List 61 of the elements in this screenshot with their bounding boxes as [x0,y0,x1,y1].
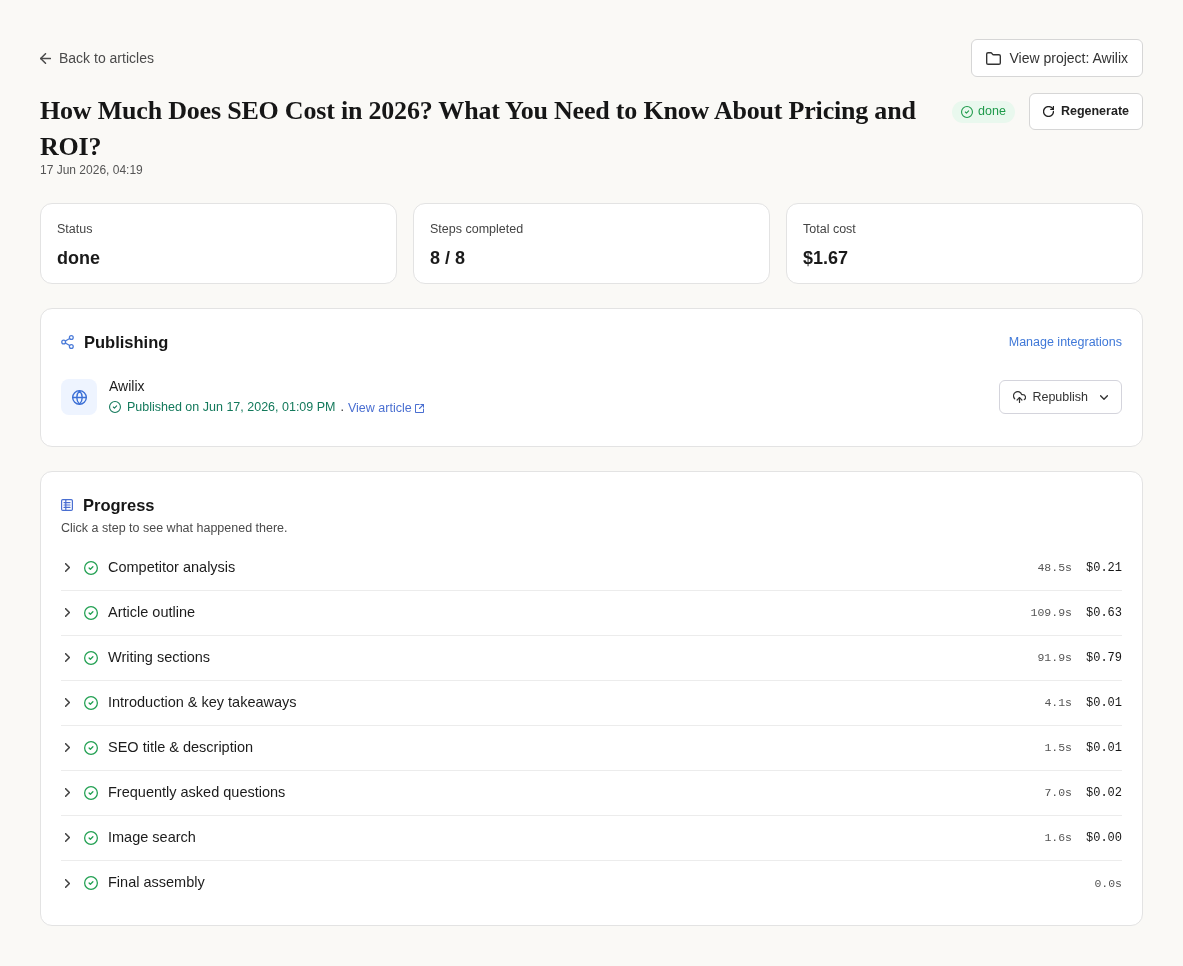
step-row[interactable]: Article outline 109.9s $0.63 [61,590,1122,636]
globe-icon [61,379,97,415]
integration-name: Awilix [109,377,146,395]
external-link-icon [414,403,424,413]
publish-status: Published on Jun 17, 2026, 01:09 PM [127,398,336,416]
section-subtitle: Click a step to see what happened there. [61,520,289,537]
step-row[interactable]: Frequently asked questions 7.0s $0.02 [61,770,1122,816]
section-title: Progress [83,494,155,516]
article-date: 17 Jun 2026, 04:19 [40,163,144,177]
step-duration: 91.9s [1037,650,1072,667]
view-article-link[interactable]: View article [347,399,424,417]
step-label: SEO title & description [108,737,254,757]
step-row[interactable]: Competitor analysis 48.5s $0.21 [61,545,1122,591]
step-label: Competitor analysis [108,557,236,577]
folder-icon [986,51,1002,65]
step-label: Image search [108,827,196,847]
cloud-upload-icon [1013,391,1027,403]
step-row[interactable]: Introduction & key takeaways 4.1s $0.01 [61,680,1122,726]
step-cost: $0.01 [1086,739,1122,757]
step-duration: 4.1s [1044,695,1072,712]
step-cost: $0.21 [1086,559,1122,577]
manage-integrations-link[interactable]: Manage integrations [1008,332,1122,352]
stat-value: done [57,246,101,270]
stat-label: Status [57,221,94,238]
step-cost: $0.79 [1086,649,1122,667]
stat-label: Total cost [803,221,857,238]
stat-label: Steps completed [430,221,525,238]
step-duration: 1.5s [1044,740,1072,757]
republish-button[interactable]: Republish [999,380,1122,414]
step-duration: 48.5s [1037,560,1072,577]
stat-value: 8 / 8 [430,246,467,270]
back-link[interactable]: Back to articles [40,47,154,69]
step-row[interactable]: Final assembly 0.0s [61,860,1122,906]
regenerate-button[interactable]: Regenerate [1028,93,1143,130]
stat-value: $1.67 [803,246,850,270]
step-duration: 7.0s [1044,785,1072,802]
step-label: Frequently asked questions [108,782,286,802]
step-label: Introduction & key takeaways [108,692,297,712]
article-title: How Much Does SEO Cost in 2026? What You Need to Know About Pricing and ROI? [40,95,917,163]
list-icon [61,499,73,511]
separator: . [340,398,344,416]
step-duration: 109.9s [1030,605,1072,622]
step-cost: $0.00 [1086,829,1122,847]
step-label: Article outline [108,602,196,622]
step-row[interactable]: Writing sections 91.9s $0.79 [61,635,1122,681]
step-duration: 0.0s [1094,875,1122,892]
step-row[interactable]: Image search 1.6s $0.00 [61,815,1122,861]
chevron-down-icon [1100,394,1108,400]
share-icon [61,335,74,349]
step-label: Final assembly [108,873,205,893]
step-cost: $0.02 [1086,784,1122,802]
refresh-icon [1042,106,1054,117]
step-cost: $0.63 [1086,604,1122,622]
step-cost: $0.01 [1086,694,1122,712]
step-duration: 1.6s [1044,830,1072,847]
status-badge: done [952,100,1015,123]
view-project-button[interactable]: View project: Awilix [971,39,1143,77]
step-label: Writing sections [108,647,211,667]
step-row[interactable]: SEO title & description 1.5s $0.01 [61,725,1122,771]
section-title: Publishing [84,331,169,353]
arrow-left-icon [40,52,51,64]
